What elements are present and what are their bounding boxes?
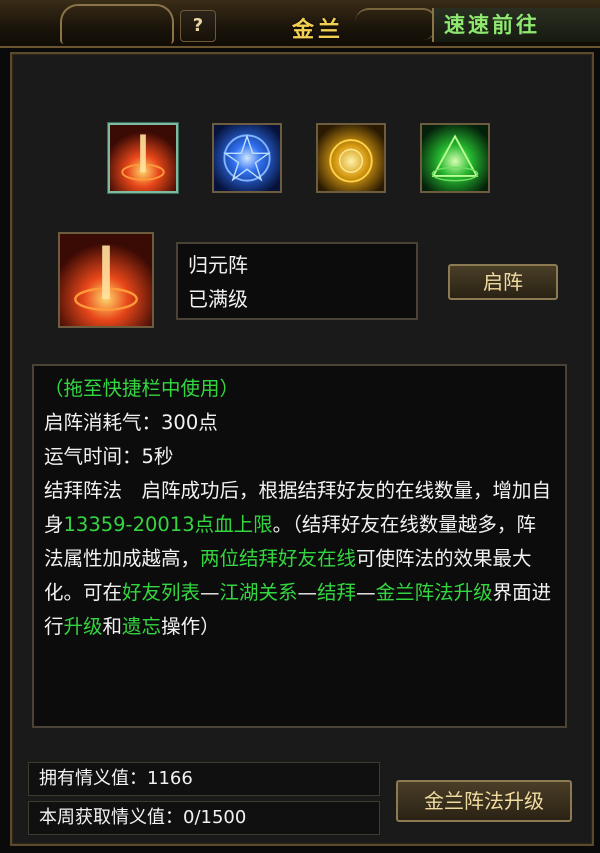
- title-bar: ? 金兰 速速前往: [0, 0, 600, 48]
- red-flame-formation-icon: [110, 125, 176, 191]
- link-jianghu-relations: 江湖关系: [219, 581, 298, 604]
- max-effect-condition: 两位结拜好友在线: [200, 547, 357, 570]
- help-button[interactable]: ?: [180, 10, 216, 42]
- weekly-loyalty-value: 本周获取情义值：0/1500: [28, 801, 380, 835]
- upgrade-word: 升级: [63, 615, 103, 638]
- window-title: 金兰: [292, 18, 345, 43]
- cast-duration: 运气时间：5秒: [44, 445, 174, 468]
- goto-button[interactable]: 速速前往: [432, 8, 600, 42]
- formation-name: 归元阵: [188, 253, 248, 277]
- link-sworn: 结拜: [317, 581, 357, 604]
- ornament-swirl: [355, 8, 437, 40]
- formation-slot-1[interactable]: [108, 123, 178, 193]
- selected-formation-icon: [58, 232, 154, 328]
- green-triangle-formation-icon: [422, 125, 488, 191]
- formation-info: 归元阵 已满级: [176, 242, 418, 320]
- and-word: 和: [102, 615, 123, 638]
- formation-slot-4[interactable]: [420, 123, 490, 193]
- blue-star-formation-icon: [214, 125, 280, 191]
- formation-description: （拖至快捷栏中使用） 启阵消耗气：300点 运气时间：5秒 结拜阵法 启阵成功后…: [32, 364, 567, 728]
- drag-hint: （拖至快捷栏中使用）: [44, 377, 240, 400]
- effect-text-end: 操作）: [161, 615, 220, 638]
- formation-level-status: 已满级: [188, 287, 248, 311]
- ornament-scroll: [60, 4, 174, 44]
- link-formation-upgrade: 金兰阵法升级: [375, 581, 493, 604]
- owned-loyalty-value: 拥有情义值：1166: [28, 762, 380, 796]
- hp-bonus-value: 13359-20013点血上限: [63, 513, 273, 536]
- forget-word: 遗忘: [122, 615, 162, 638]
- gold-sun-formation-icon: [318, 125, 384, 191]
- formation-slot-2[interactable]: [212, 123, 282, 193]
- separator: —: [200, 581, 220, 604]
- qi-cost: 启阵消耗气：300点: [44, 411, 218, 434]
- red-flame-formation-icon: [60, 234, 152, 326]
- link-friend-list: 好友列表: [122, 581, 201, 604]
- effect-text: 结拜阵法 启阵成功后，根据结拜好友的在线数量，增加自身13359-20013点血…: [44, 474, 555, 644]
- formation-upgrade-button[interactable]: 金兰阵法升级: [396, 780, 572, 822]
- separator: —: [356, 581, 376, 604]
- formation-slot-3[interactable]: [316, 123, 386, 193]
- activate-formation-button[interactable]: 启阵: [448, 264, 558, 300]
- separator: —: [297, 581, 318, 604]
